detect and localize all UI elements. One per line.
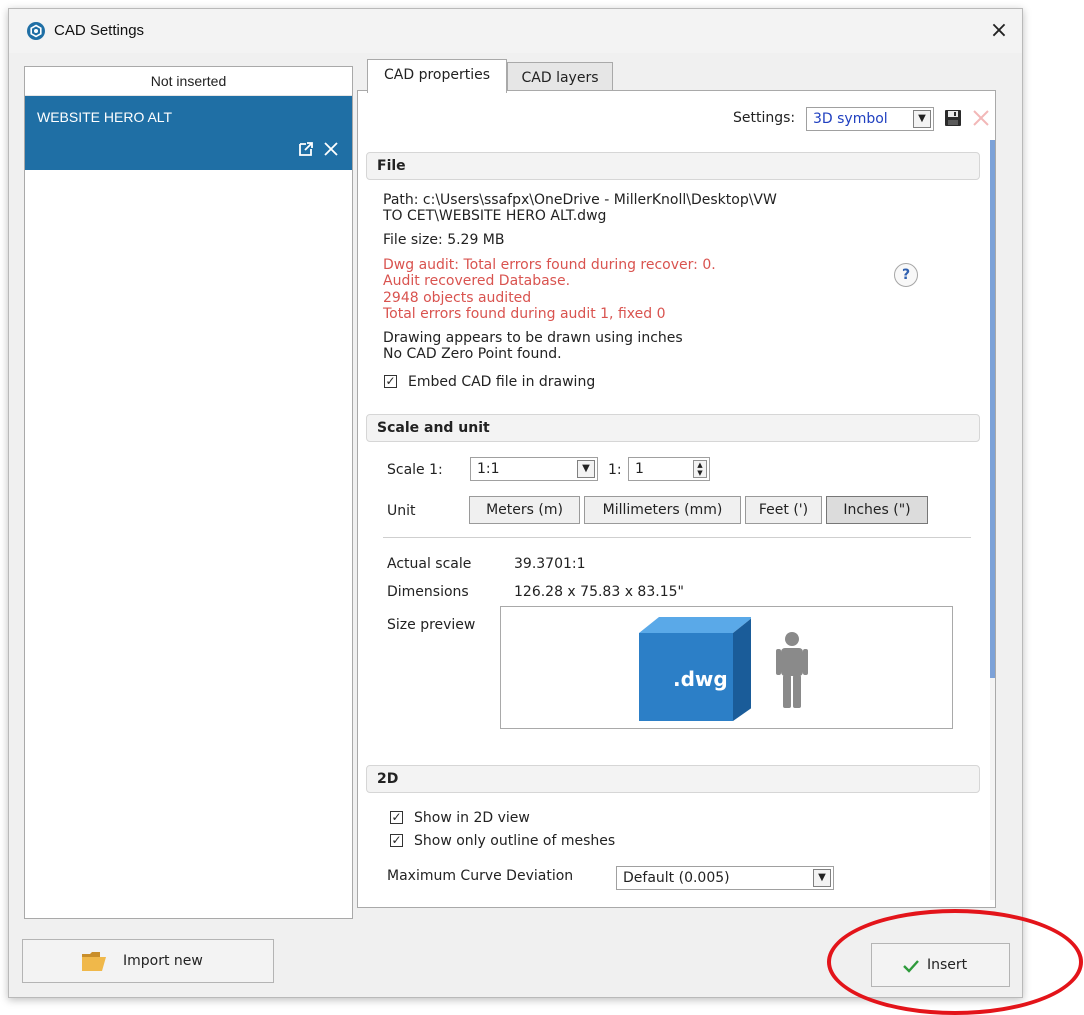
show-2d-checkbox[interactable]: ✓ (390, 811, 403, 824)
tab-cad-layers[interactable]: CAD layers (507, 62, 613, 91)
open-external-icon[interactable] (296, 140, 316, 160)
insert-button[interactable]: Insert (871, 943, 1010, 987)
curve-deviation-select[interactable]: Default (0.005) ▼ (616, 866, 834, 890)
size-preview-label: Size preview (387, 617, 476, 633)
remove-icon[interactable] (321, 140, 341, 160)
unit-feet-button[interactable]: Feet (') (745, 496, 822, 524)
show-2d-label: Show in 2D view (414, 810, 530, 826)
scale-select-value: 1:1 (477, 461, 500, 477)
audit-line: Audit recovered Database. (383, 273, 571, 289)
dimensions-value: 126.28 x 75.83 x 83.15" (514, 584, 684, 600)
ratio-label: 1: (608, 462, 622, 478)
preview-file-label: .dwg (673, 667, 728, 691)
file-section-title: File (377, 158, 406, 174)
chevron-down-icon[interactable]: ▼ (577, 460, 595, 478)
curve-deviation-value: Default (0.005) (623, 870, 730, 886)
settings-label: Settings: (733, 110, 796, 126)
divider (383, 537, 971, 538)
unit-millimeters-button[interactable]: Millimeters (mm) (584, 496, 741, 524)
chevron-down-icon[interactable]: ▼ (813, 869, 831, 887)
unit-label: Unit (387, 503, 416, 519)
dimensions-label: Dimensions (387, 584, 469, 600)
unit-inches-button[interactable]: Inches (") (826, 496, 928, 524)
app-logo-icon (27, 22, 45, 40)
file-size: File size: 5.29 MB (383, 232, 505, 248)
save-icon[interactable] (944, 109, 962, 127)
close-icon[interactable]: × (985, 17, 1013, 45)
import-new-button[interactable]: Import new (22, 939, 274, 983)
chevron-down-icon[interactable]: ▼ (913, 110, 931, 128)
drawn-units-text: Drawing appears to be drawn using inches (383, 330, 683, 346)
person-icon (776, 632, 808, 708)
title-bar: CAD Settings × (9, 9, 1022, 53)
2d-section-header: 2D (366, 765, 980, 793)
ratio-value: 1 (635, 461, 644, 477)
audit-line: Dwg audit: Total errors found during rec… (383, 257, 716, 273)
zero-point-text: No CAD Zero Point found. (383, 346, 562, 362)
size-preview-box: .dwg (500, 606, 953, 729)
file-path-line1: Path: c:\Users\ssafpx\OneDrive - MillerK… (383, 192, 777, 208)
ratio-stepper[interactable]: 1 ▲ ▼ (628, 457, 710, 481)
outline-meshes-label: Show only outline of meshes (414, 833, 616, 849)
actual-scale-label: Actual scale (387, 556, 472, 572)
file-path-line2: TO CET\WEBSITE HERO ALT.dwg (383, 208, 607, 224)
insert-label: Insert (927, 957, 968, 973)
outline-meshes-checkbox[interactable]: ✓ (390, 834, 403, 847)
curve-deviation-label: Maximum Curve Deviation (387, 868, 574, 884)
audit-line: 2948 objects audited (383, 290, 532, 306)
settings-select-value: 3D symbol (813, 111, 888, 127)
import-new-label: Import new (123, 953, 203, 969)
list-item[interactable]: WEBSITE HERO ALT (25, 96, 352, 170)
stepper-arrows-icon[interactable]: ▲ ▼ (693, 460, 707, 478)
cad-file-list: Not inserted WEBSITE HERO ALT (24, 66, 353, 919)
scale-select[interactable]: 1:1 ▼ (470, 457, 598, 481)
embed-cad-label: Embed CAD file in drawing (408, 374, 596, 390)
file-section-header: File (366, 152, 980, 180)
window-title: CAD Settings (54, 22, 145, 39)
delete-setting-icon[interactable] (972, 109, 990, 127)
actual-scale-value: 39.3701:1 (514, 556, 586, 572)
scale-label: Scale 1: (387, 462, 443, 478)
list-header: Not inserted (25, 67, 352, 96)
list-item-name: WEBSITE HERO ALT (37, 109, 173, 125)
audit-line: Total errors found during audit 1, fixed… (383, 306, 666, 322)
scrollbar-thumb[interactable] (990, 140, 995, 678)
scale-section-title: Scale and unit (377, 420, 490, 436)
tab-cad-properties[interactable]: CAD properties (367, 59, 507, 93)
folder-icon (82, 952, 106, 971)
settings-select[interactable]: 3D symbol ▼ (806, 107, 934, 131)
2d-section-title: 2D (377, 771, 399, 787)
help-icon[interactable]: ? (894, 263, 918, 287)
unit-meters-button[interactable]: Meters (m) (469, 496, 580, 524)
embed-cad-checkbox[interactable]: ✓ (384, 375, 397, 388)
scale-section-header: Scale and unit (366, 414, 980, 442)
checkmark-icon (903, 960, 919, 973)
